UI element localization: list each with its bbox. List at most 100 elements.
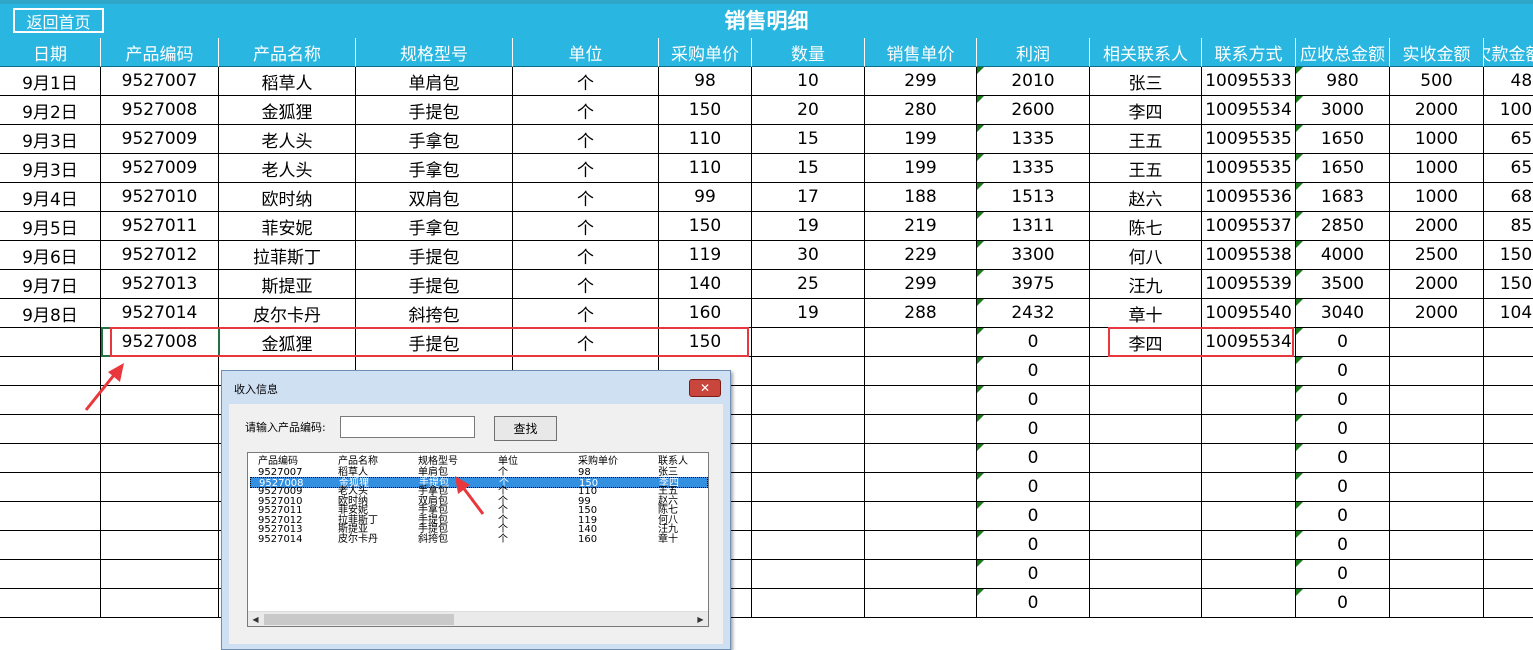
cell-contact[interactable]: 章十 — [1090, 299, 1202, 328]
cell-received[interactable] — [1390, 328, 1484, 357]
cell-unit[interactable]: 个 — [513, 241, 659, 270]
cell-quantity[interactable]: 15 — [752, 125, 865, 154]
cell-purchase-price[interactable]: 140 — [659, 270, 752, 299]
cell-received[interactable] — [1390, 444, 1484, 473]
cell-quantity[interactable] — [752, 386, 865, 415]
cell-contact[interactable]: 李四 — [1090, 96, 1202, 125]
cell-quantity[interactable]: 20 — [752, 96, 865, 125]
cell-date[interactable]: 9月8日 — [0, 299, 101, 328]
cell-profit[interactable]: 0 — [977, 560, 1090, 589]
cell-receivable[interactable]: 0 — [1296, 531, 1390, 560]
header-product-code[interactable]: 产品编码 — [101, 38, 219, 67]
cell-product-code[interactable] — [101, 415, 219, 444]
cell-arrears[interactable]: 0 — [1484, 357, 1533, 386]
cell-sale-price[interactable]: 188 — [865, 183, 977, 212]
cell-arrears[interactable]: 0 — [1484, 328, 1533, 357]
cell-sale-price[interactable]: 299 — [865, 270, 977, 299]
cell-product-code[interactable] — [101, 531, 219, 560]
cell-phone[interactable] — [1202, 589, 1296, 618]
cell-profit[interactable]: 0 — [977, 357, 1090, 386]
cell-quantity[interactable] — [752, 560, 865, 589]
header-quantity[interactable]: 数量 — [752, 38, 865, 67]
cell-spec[interactable]: 手提包 — [356, 96, 513, 125]
cell-received[interactable]: 2000 — [1390, 299, 1484, 328]
cell-product-name[interactable]: 金狐狸 — [219, 96, 356, 125]
cell-phone[interactable]: 10095535 — [1202, 154, 1296, 183]
cell-receivable[interactable]: 1683 — [1296, 183, 1390, 212]
cell-date[interactable] — [0, 357, 101, 386]
cell-contact[interactable] — [1090, 386, 1202, 415]
cell-arrears[interactable]: 850 — [1484, 212, 1533, 241]
cell-sale-price[interactable] — [865, 357, 977, 386]
cell-phone[interactable] — [1202, 357, 1296, 386]
cell-purchase-price[interactable]: 160 — [659, 299, 752, 328]
cell-unit[interactable]: 个 — [513, 212, 659, 241]
cell-contact[interactable] — [1090, 531, 1202, 560]
cell-received[interactable] — [1390, 415, 1484, 444]
cell-product-name[interactable]: 欧时纳 — [219, 183, 356, 212]
cell-contact[interactable]: 陈七 — [1090, 212, 1202, 241]
cell-product-code[interactable]: 9527008 — [101, 328, 219, 357]
cell-phone[interactable]: 10095540 — [1202, 299, 1296, 328]
cell-sale-price[interactable]: 199 — [865, 154, 977, 183]
cell-date[interactable]: 9月4日 — [0, 183, 101, 212]
cell-arrears[interactable]: 0 — [1484, 560, 1533, 589]
cell-profit[interactable]: 3300 — [977, 241, 1090, 270]
search-button[interactable]: 查找 — [494, 416, 557, 441]
cell-profit[interactable]: 0 — [977, 502, 1090, 531]
cell-contact[interactable]: 汪九 — [1090, 270, 1202, 299]
cell-profit[interactable]: 1335 — [977, 125, 1090, 154]
cell-contact[interactable] — [1090, 560, 1202, 589]
cell-received[interactable]: 2500 — [1390, 241, 1484, 270]
cell-phone[interactable]: 10095534 — [1202, 328, 1296, 357]
header-product-name[interactable]: 产品名称 — [219, 38, 356, 67]
cell-phone[interactable]: 10095537 — [1202, 212, 1296, 241]
cell-arrears[interactable]: 1500 — [1484, 241, 1533, 270]
cell-received[interactable]: 1000 — [1390, 183, 1484, 212]
cell-phone[interactable] — [1202, 386, 1296, 415]
cell-sale-price[interactable] — [865, 589, 977, 618]
cell-profit[interactable]: 0 — [977, 444, 1090, 473]
product-code-input[interactable] — [340, 416, 475, 438]
cell-date[interactable]: 9月2日 — [0, 96, 101, 125]
cell-contact[interactable] — [1090, 502, 1202, 531]
cell-product-name[interactable]: 老人头 — [219, 125, 356, 154]
cell-arrears[interactable]: 0 — [1484, 473, 1533, 502]
cell-spec[interactable]: 单肩包 — [356, 67, 513, 96]
back-home-button[interactable]: 返回首页 — [13, 8, 104, 33]
cell-date[interactable]: 9月1日 — [0, 67, 101, 96]
cell-profit[interactable]: 2432 — [977, 299, 1090, 328]
cell-quantity[interactable]: 30 — [752, 241, 865, 270]
cell-purchase-price[interactable]: 98 — [659, 67, 752, 96]
cell-purchase-price[interactable]: 150 — [659, 96, 752, 125]
cell-sale-price[interactable]: 280 — [865, 96, 977, 125]
cell-quantity[interactable]: 15 — [752, 154, 865, 183]
cell-date[interactable]: 9月6日 — [0, 241, 101, 270]
cell-received[interactable]: 2000 — [1390, 270, 1484, 299]
cell-quantity[interactable] — [752, 502, 865, 531]
cell-sale-price[interactable] — [865, 502, 977, 531]
cell-product-code[interactable]: 9527008 — [101, 96, 219, 125]
cell-receivable[interactable]: 0 — [1296, 560, 1390, 589]
cell-product-name[interactable]: 拉菲斯丁 — [219, 241, 356, 270]
cell-quantity[interactable] — [752, 473, 865, 502]
cell-arrears[interactable]: 0 — [1484, 589, 1533, 618]
cell-received[interactable]: 2000 — [1390, 96, 1484, 125]
cell-unit[interactable]: 个 — [513, 183, 659, 212]
cell-product-code[interactable]: 9527013 — [101, 270, 219, 299]
cell-received[interactable] — [1390, 357, 1484, 386]
cell-contact[interactable]: 王五 — [1090, 154, 1202, 183]
cell-arrears[interactable]: 480 — [1484, 67, 1533, 96]
cell-arrears[interactable]: 0 — [1484, 415, 1533, 444]
cell-arrears[interactable]: 650 — [1484, 125, 1533, 154]
cell-date[interactable] — [0, 589, 101, 618]
cell-unit[interactable]: 个 — [513, 154, 659, 183]
cell-contact[interactable]: 何八 — [1090, 241, 1202, 270]
cell-product-name[interactable]: 稻草人 — [219, 67, 356, 96]
cell-purchase-price[interactable]: 110 — [659, 125, 752, 154]
cell-receivable[interactable]: 0 — [1296, 444, 1390, 473]
cell-profit[interactable]: 1311 — [977, 212, 1090, 241]
cell-product-code[interactable]: 9527009 — [101, 125, 219, 154]
cell-profit[interactable]: 0 — [977, 589, 1090, 618]
cell-quantity[interactable] — [752, 328, 865, 357]
